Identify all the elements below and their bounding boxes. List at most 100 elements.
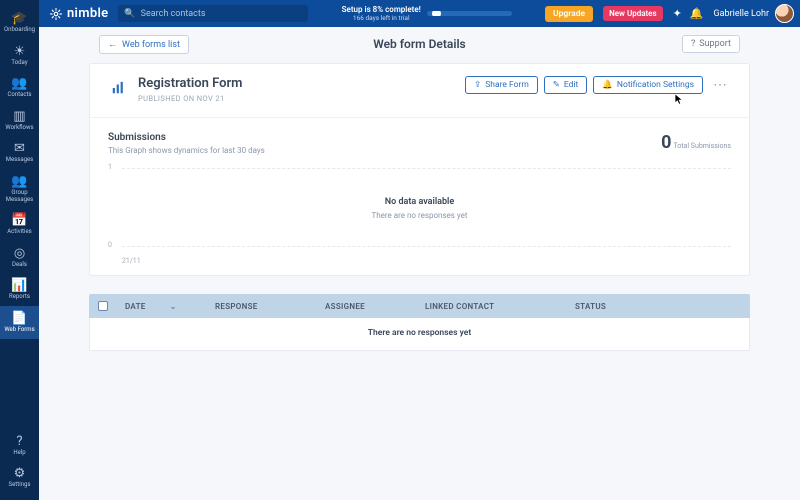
- sidebar-item-workflows[interactable]: ▥ Workflows: [0, 104, 39, 137]
- topbar-icons: ✦ 🔔: [673, 7, 704, 20]
- total-submissions: 0Total Submissions: [661, 132, 731, 153]
- upgrade-button[interactable]: Upgrade: [545, 6, 593, 22]
- sidebar-item-help[interactable]: ? Help: [0, 429, 39, 462]
- grid-line: [122, 168, 731, 169]
- col-status[interactable]: STATUS: [567, 302, 750, 311]
- form-actions: ⇪ Share Form ✎ Edit 🔔 Notification Settings…: [465, 76, 731, 94]
- sidebar-item-reports[interactable]: 📊 Reports: [0, 273, 39, 306]
- form-published: PUBLISHED ON NOV 21: [138, 94, 242, 103]
- columns-icon: ▥: [13, 110, 25, 123]
- chart-empty-state: No data available There are no responses…: [108, 197, 731, 220]
- x-tick: 21/11: [122, 257, 141, 265]
- form-icon: 📄: [11, 312, 27, 325]
- edit-label: Edit: [564, 80, 578, 90]
- checkbox-icon: [98, 301, 108, 311]
- sidebar-item-label: Settings: [9, 482, 31, 489]
- grid-line: [122, 246, 731, 247]
- sidebar-item-label: Workflows: [5, 125, 33, 132]
- support-label: Support: [699, 39, 731, 49]
- share-label: Share Form: [485, 80, 529, 90]
- select-all-cell[interactable]: [89, 301, 117, 311]
- sidebar-item-settings[interactable]: ⚙ Settings: [0, 461, 39, 494]
- cursor-icon: [675, 94, 683, 104]
- back-button[interactable]: ← Web forms list: [99, 35, 189, 54]
- setup-progress[interactable]: Setup is 8% complete! 166 days left in t…: [318, 5, 535, 22]
- sidebar-item-label: Messages: [6, 157, 34, 164]
- group-mail-icon: 👥: [11, 175, 27, 188]
- gear-icon: ⚙: [14, 467, 26, 480]
- form-title: Registration Form: [138, 76, 242, 91]
- col-date[interactable]: DATE⌄: [117, 302, 207, 311]
- form-card: Registration Form PUBLISHED ON NOV 21 ⇪ S…: [89, 63, 750, 276]
- search-input-wrap[interactable]: 🔍: [118, 5, 308, 22]
- users-icon: 👥: [11, 77, 27, 90]
- pencil-icon: ✎: [553, 80, 560, 90]
- sidebar-item-messages[interactable]: ✉ Messages: [0, 136, 39, 169]
- brand-icon: [49, 7, 63, 21]
- chevron-down-icon: ⌄: [170, 302, 177, 311]
- col-response[interactable]: RESPONSE: [207, 302, 317, 311]
- sidebar-item-deals[interactable]: ◎Deals: [0, 241, 39, 274]
- page-header: ← Web forms list Web form Details ? Supp…: [89, 27, 750, 63]
- edit-button[interactable]: ✎ Edit: [544, 76, 588, 94]
- brand-text: nimble: [67, 6, 108, 21]
- col-assignee[interactable]: ASSIGNEE: [317, 302, 417, 311]
- sidebar-item-label: Onboarding: [4, 27, 35, 34]
- main: nimble 🔍 Setup is 8% complete! 166 days …: [39, 0, 800, 500]
- sidebar-item-onboarding[interactable]: 🎓 Onboarding: [0, 6, 39, 39]
- sparkle-icon[interactable]: ✦: [673, 7, 682, 20]
- nodata-title: No data available: [108, 197, 731, 207]
- sidebar-item-today[interactable]: ☀ Today: [0, 39, 39, 72]
- bell-icon: 🔔: [602, 80, 613, 90]
- user-menu[interactable]: Gabrielle Lohr: [714, 4, 794, 23]
- sidebar-item-label: Today: [11, 60, 27, 67]
- notif-label: Notification Settings: [617, 80, 694, 90]
- new-updates-button[interactable]: New Updates: [603, 6, 663, 21]
- bell-icon[interactable]: 🔔: [690, 7, 704, 20]
- table-header: DATE⌄ RESPONSE ASSIGNEE LINKED CONTACT S…: [89, 294, 750, 318]
- sidebar-item-label: Group Messages: [6, 190, 34, 203]
- sidebar-item-label: Help: [13, 450, 25, 457]
- topbar: nimble 🔍 Setup is 8% complete! 166 days …: [39, 0, 800, 27]
- submissions-desc: This Graph shows dynamics for last 30 da…: [108, 146, 265, 155]
- col-linked-contact[interactable]: LINKED CONTACT: [417, 302, 567, 311]
- support-button[interactable]: ? Support: [682, 35, 740, 53]
- help-icon: ?: [16, 435, 22, 448]
- user-name: Gabrielle Lohr: [714, 9, 769, 19]
- responses-table: DATE⌄ RESPONSE ASSIGNEE LINKED CONTACT S…: [89, 294, 750, 351]
- brand[interactable]: nimble: [49, 6, 108, 21]
- share-form-button[interactable]: ⇪ Share Form: [465, 76, 538, 94]
- content: ← Web forms list Web form Details ? Supp…: [39, 27, 800, 500]
- chart-icon: 📊: [11, 279, 27, 292]
- share-icon: ⇪: [474, 80, 481, 90]
- back-label: Web forms list: [122, 40, 180, 50]
- total-number: 0: [661, 132, 671, 153]
- sidebar-bottom: ? Help ⚙ Settings: [0, 429, 39, 500]
- sidebar-item-activities[interactable]: 📅Activities: [0, 208, 39, 241]
- table-empty-row: There are no responses yet: [89, 318, 750, 351]
- mail-icon: ✉: [14, 142, 25, 155]
- sidebar-item-web-forms[interactable]: 📄 Web Forms: [0, 306, 39, 339]
- setup-title: Setup is 8% complete!: [342, 5, 421, 14]
- academic-cap-icon: 🎓: [11, 12, 27, 25]
- sidebar-item-group-messages[interactable]: 👥 Group Messages: [0, 169, 39, 208]
- sidebar-nav: 🎓Onboarding ☀Today 👥Contacts ▥Workflows …: [0, 6, 39, 429]
- search-input[interactable]: [141, 9, 303, 19]
- total-label: Total Submissions: [673, 142, 731, 150]
- submissions-title: Submissions: [108, 132, 265, 143]
- help-circle-icon: ?: [691, 39, 695, 49]
- progress-knob: [432, 11, 441, 16]
- submissions-section: Submissions This Graph shows dynamics fo…: [90, 118, 749, 275]
- more-menu[interactable]: ⋯: [709, 77, 731, 93]
- target-icon: ◎: [14, 247, 25, 260]
- arrow-left-icon: ←: [108, 39, 117, 50]
- progress-bar: [427, 11, 512, 16]
- sidebar-item-label: Reports: [9, 294, 30, 301]
- sidebar-item-contacts[interactable]: 👥Contacts: [0, 71, 39, 104]
- bar-chart-icon: [108, 78, 128, 98]
- y-tick: 0: [108, 241, 112, 249]
- calendar-icon: 📅: [11, 214, 27, 227]
- notification-settings-button[interactable]: 🔔 Notification Settings: [593, 76, 703, 94]
- sidebar-item-label: Web Forms: [4, 327, 34, 334]
- sun-icon: ☀: [14, 45, 26, 58]
